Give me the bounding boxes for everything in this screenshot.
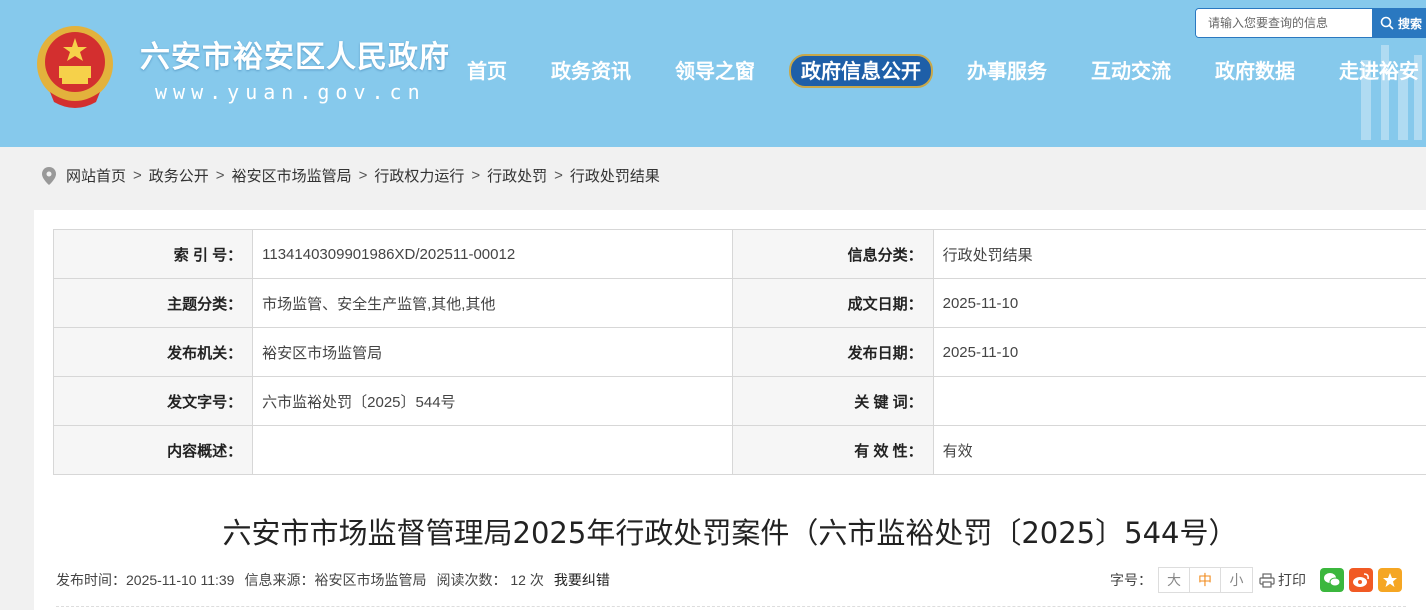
favorite-button[interactable] [1378,568,1402,592]
breadcrumb: 网站首页 > 政务公开 > 裕安区市场监管局 > 行政权力运行 > 行政处罚 >… [42,165,660,186]
meta-key: 有 效 性： [732,425,934,475]
report-error-link[interactable]: 我要纠错 [554,570,610,590]
breadcrumb-penalty[interactable]: 行政处罚 [487,165,547,186]
search-button[interactable]: 搜索 [1372,9,1426,37]
article-tools: 字号： 大 中 小 打印 [1110,567,1402,593]
meta-key: 索 引 号： [52,229,254,279]
site-domain: www.yuan.gov.cn [155,80,426,104]
table-row: 发文字号： 六市监裕处罚〔2025〕544号 关 键 词： [52,376,1426,426]
breadcrumb-separator: > [554,167,563,184]
meta-key: 发布机关： [52,327,254,377]
meta-value: 有效 [932,425,1426,475]
meta-key: 成文日期： [732,278,934,328]
search-icon [1380,16,1394,30]
meta-value: 裕安区市场监管局 [252,327,734,377]
meta-value: 六市监裕处罚〔2025〕544号 [252,376,734,426]
table-row: 主题分类： 市场监管、安全生产监管,其他,其他 成文日期： 2025-11-10 [52,278,1426,328]
article-info-bar: 发布时间：2025-11-10 11:39 信息来源：裕安区市场监管局 阅读次数… [56,570,612,590]
meta-key: 信息分类： [732,229,934,279]
table-row: 发布机关： 裕安区市场监管局 发布日期： 2025-11-10 [52,327,1426,377]
meta-value: 2025-11-10 [932,278,1426,328]
search-box: 搜索 [1195,8,1426,38]
print-button[interactable]: 打印 [1259,570,1306,590]
meta-value: 2025-11-10 [932,327,1426,377]
meta-value: 113414030990198​6XD/202511-00012 [252,229,734,279]
breadcrumb-bar: 网站首页 > 政务公开 > 裕安区市场监管局 > 行政权力运行 > 行政处罚 >… [0,147,1426,203]
search-input[interactable] [1196,9,1372,37]
font-size-switch: 大 中 小 [1158,567,1253,593]
breadcrumb-bureau[interactable]: 裕安区市场监管局 [232,165,352,186]
meta-value: 市场监管、安全生产监管,其他,其他 [252,278,734,328]
nav-data[interactable]: 政府数据 [1215,52,1295,90]
nav-news[interactable]: 政务资讯 [551,52,631,90]
font-size-large[interactable]: 大 [1159,568,1190,592]
divider [56,606,1406,607]
nav-info-disclosure[interactable]: 政府信息公开 [789,54,933,88]
weibo-icon [1353,573,1369,587]
printer-icon [1259,572,1275,588]
content-panel: 索 引 号： 113414030990198​6XD/202511-00012 … [34,210,1426,610]
article-title: 六安市市场监督管理局2025年行政处罚案件（六市监裕处罚〔2025〕544号） [222,516,1238,550]
table-row: 内容概述： 有 效 性： 有效 [52,425,1426,475]
meta-key: 发布日期： [732,327,934,377]
site-header: 六安市裕安区人民政府 www.yuan.gov.cn 搜索 首页 政务资讯 领导… [0,0,1426,147]
nav-leaders[interactable]: 领导之窗 [675,52,755,90]
location-pin-icon [42,166,56,185]
meta-key: 关 键 词： [732,376,934,426]
breadcrumb-separator: > [471,167,481,184]
breadcrumb-power[interactable]: 行政权力运行 [374,165,464,186]
nav-interaction[interactable]: 互动交流 [1091,52,1171,90]
share-wechat-button[interactable] [1320,568,1344,592]
meta-key: 发文字号： [52,376,254,426]
breadcrumb-home[interactable]: 网站首页 [66,165,126,186]
nav-home[interactable]: 首页 [467,52,507,90]
publish-time: 发布时间：2025-11-10 11:39 [56,572,235,588]
meta-key: 主题分类： [52,278,254,328]
meta-value [252,425,734,475]
meta-value: 行政处罚结果 [932,229,1426,279]
nav-services[interactable]: 办事服务 [967,52,1047,90]
font-size-label: 字号： [1110,572,1152,588]
breadcrumb-separator: > [133,167,142,184]
wechat-icon [1324,573,1341,587]
meta-key: 内容概述： [52,425,254,475]
main-nav: 首页 政务资讯 领导之窗 政府信息公开 办事服务 互动交流 政府数据 走进裕安 [450,52,1426,90]
star-icon [1383,573,1397,587]
metadata-table: 索 引 号： 113414030990198​6XD/202511-00012 … [52,229,1426,475]
table-row: 索 引 号： 113414030990198​6XD/202511-00012 … [52,229,1426,279]
breadcrumb-separator: > [358,167,368,184]
font-size-small[interactable]: 小 [1221,568,1252,592]
breadcrumb-separator: > [215,167,225,184]
breadcrumb-penalty-result[interactable]: 行政处罚结果 [570,165,660,186]
share-weibo-button[interactable] [1349,568,1373,592]
font-size-medium[interactable]: 中 [1190,568,1221,592]
breadcrumb-open-gov[interactable]: 政务公开 [149,165,209,186]
national-emblem-icon [37,26,113,108]
info-source: 信息来源：裕安区市场监管局 [244,572,427,588]
site-title[interactable]: 六安市裕安区人民政府 [140,32,450,76]
meta-value [932,376,1426,426]
nav-about[interactable]: 走进裕安 [1339,52,1419,90]
print-label: 打印 [1278,572,1306,588]
read-count: 阅读次数： 12 次 [436,572,544,588]
search-button-label: 搜索 [1398,16,1423,31]
